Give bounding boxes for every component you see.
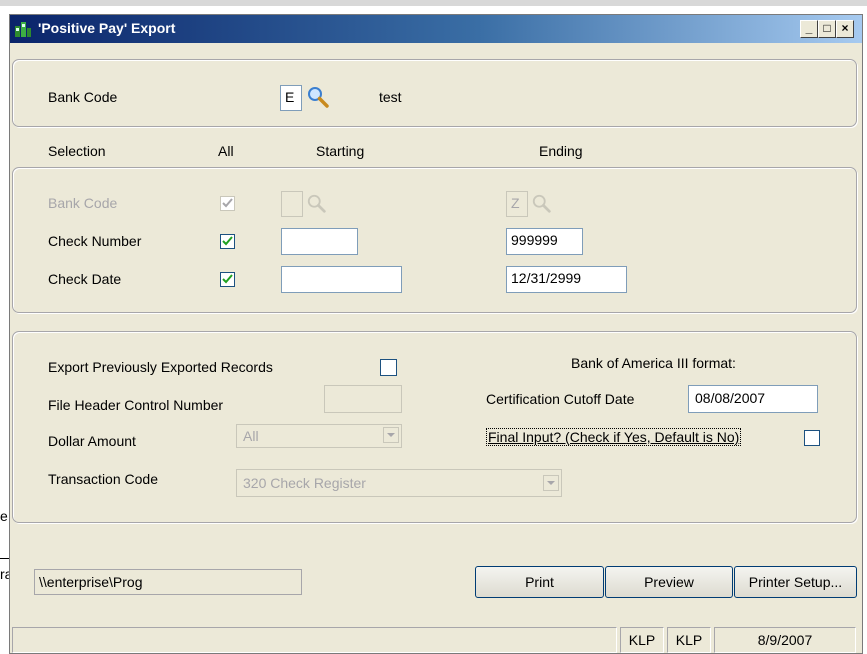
background-text-fragment: e bbox=[0, 508, 8, 524]
background-divider bbox=[0, 558, 9, 559]
positive-pay-export-window: 'Positive Pay' Export _ □ × Bank Code E … bbox=[9, 14, 863, 654]
print-button[interactable]: Print bbox=[475, 566, 604, 598]
check-icon bbox=[222, 198, 233, 208]
check-number-starting-input[interactable] bbox=[281, 228, 358, 255]
final-input-label: Final Input? (Check if Yes, Default is N… bbox=[486, 428, 742, 446]
status-user-1: KLP bbox=[620, 627, 664, 653]
check-date-all-checkbox[interactable] bbox=[220, 272, 235, 287]
check-icon bbox=[222, 236, 233, 246]
chevron-down-icon bbox=[543, 475, 559, 491]
file-header-input[interactable] bbox=[324, 385, 402, 413]
all-header-label: All bbox=[218, 143, 234, 159]
dollar-amount-select[interactable]: All bbox=[236, 424, 402, 448]
cert-cutoff-input[interactable]: 08/08/2007 bbox=[688, 385, 818, 413]
final-input-checkbox[interactable] bbox=[804, 430, 820, 446]
check-date-starting-input[interactable] bbox=[281, 266, 402, 293]
export-previous-label: Export Previously Exported Records bbox=[48, 359, 273, 375]
app-icon bbox=[15, 22, 31, 37]
ending-header-label: Ending bbox=[539, 143, 583, 159]
bank-name-text: test bbox=[379, 89, 402, 105]
selection-header-label: Selection bbox=[48, 143, 106, 159]
close-button[interactable]: × bbox=[836, 20, 854, 38]
selection-row-label: Bank Code bbox=[48, 195, 118, 211]
bank-code-ending-input[interactable]: Z bbox=[506, 191, 528, 217]
boa-format-label: Bank of America III format: bbox=[571, 355, 736, 371]
window-title: 'Positive Pay' Export bbox=[38, 20, 176, 36]
file-header-label: File Header Control Number bbox=[48, 397, 224, 413]
maximize-icon: □ bbox=[823, 21, 831, 35]
cert-cutoff-label: Certification Cutoff Date bbox=[486, 391, 635, 407]
bank-code-label: Bank Code bbox=[48, 89, 118, 105]
close-icon: × bbox=[841, 21, 849, 35]
title-bar[interactable]: 'Positive Pay' Export _ □ × bbox=[10, 15, 862, 43]
starting-header-label: Starting bbox=[316, 143, 365, 159]
chevron-down-icon bbox=[383, 427, 399, 443]
background-top-stripe bbox=[0, 0, 867, 6]
search-icon[interactable] bbox=[531, 193, 553, 215]
status-date: 8/9/2007 bbox=[714, 627, 856, 653]
printer-setup-button[interactable]: Printer Setup... bbox=[734, 566, 857, 598]
printer-setup-button-label: Printer Setup... bbox=[748, 574, 843, 590]
bank-code-all-checkbox[interactable] bbox=[220, 196, 235, 211]
selection-row-label: Check Number bbox=[48, 233, 142, 249]
dollar-amount-value: All bbox=[243, 428, 259, 444]
check-number-ending-input[interactable]: 999999 bbox=[506, 228, 583, 255]
export-previous-checkbox[interactable] bbox=[380, 359, 397, 376]
bank-code-group bbox=[12, 59, 857, 127]
path-display: \\enterprise\Prog bbox=[34, 569, 302, 595]
minimize-icon: _ bbox=[805, 21, 813, 35]
bank-code-starting-input[interactable] bbox=[281, 191, 303, 217]
minimize-button[interactable]: _ bbox=[800, 20, 818, 38]
search-icon[interactable] bbox=[306, 85, 330, 109]
selection-row-label: Check Date bbox=[48, 271, 122, 287]
maximize-button[interactable]: □ bbox=[818, 20, 836, 38]
transaction-code-value: 320 Check Register bbox=[243, 475, 366, 491]
transaction-code-label: Transaction Code bbox=[48, 471, 158, 487]
search-icon[interactable] bbox=[306, 193, 328, 215]
transaction-code-select[interactable]: 320 Check Register bbox=[236, 469, 562, 497]
check-date-ending-input[interactable]: 12/31/2999 bbox=[506, 266, 627, 293]
print-button-label: Print bbox=[525, 574, 554, 590]
status-bar-main bbox=[12, 627, 617, 653]
preview-button-label: Preview bbox=[644, 574, 694, 590]
bank-code-input[interactable]: E bbox=[280, 85, 302, 111]
dollar-amount-label: Dollar Amount bbox=[48, 433, 136, 449]
status-user-2: KLP bbox=[667, 627, 711, 653]
check-number-all-checkbox[interactable] bbox=[220, 234, 235, 249]
preview-button[interactable]: Preview bbox=[605, 566, 733, 598]
check-icon bbox=[222, 274, 233, 284]
